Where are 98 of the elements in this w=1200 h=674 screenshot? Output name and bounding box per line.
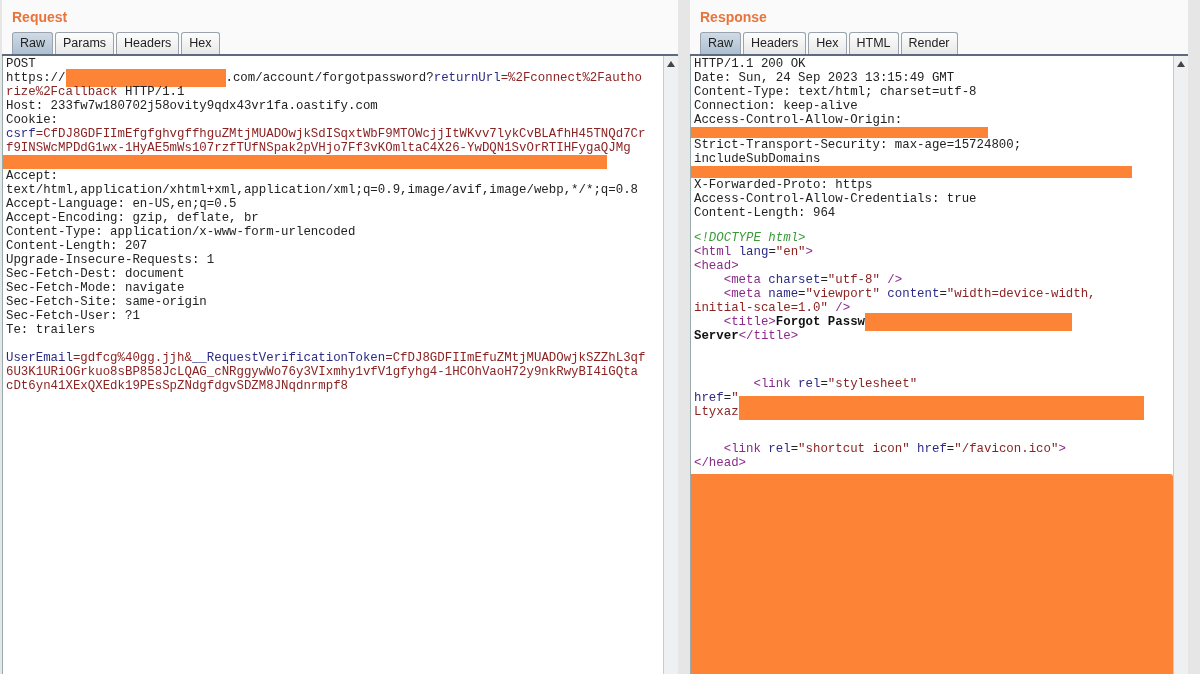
code-text: href [694, 391, 724, 406]
code-text: <html [694, 245, 733, 260]
tab[interactable]: Params [55, 32, 115, 54]
code-text: text/html,application/xhtml+xml,application/xml;q=0.9,image/avif,image/webp,*/*;q=0.8 [6, 183, 639, 197]
code-text: initial-scale=1.0" [694, 301, 828, 316]
code-text: "viewport" [805, 287, 881, 302]
code-text: = [820, 377, 828, 392]
tab[interactable]: Hex [181, 32, 220, 54]
code-text: = [820, 273, 828, 288]
code-text: Host: 233fw7w180702j58ovity9qdx43vr1fa.oastify.com [6, 99, 378, 113]
code-text: 6U3K1URiOGrkuo8sBP858JcLQAG_cNRggywWo76y3VIxmhy1vfV1gfyhg4-1HCOhVaoH72y9nkRwyBI4iGQta [6, 365, 639, 379]
tab[interactable]: Render [900, 32, 958, 54]
code-text: Access-Control-Allow-Origin: [694, 113, 903, 127]
code-text: Accept-Language: en-US,en;q=0.5 [6, 197, 237, 211]
code-text: rel [798, 377, 821, 392]
tab[interactable]: Headers [116, 32, 180, 54]
scrollbar[interactable] [1173, 56, 1188, 674]
code-text: = [768, 245, 776, 260]
code-text: Sec-Fetch-Mode: navigate [6, 281, 185, 295]
pane-title: Request [11, 8, 69, 27]
code-text: <link [722, 442, 762, 456]
code-text: "/favicon.ico" [954, 442, 1059, 456]
code-text: = [723, 391, 732, 406]
code-text: = [939, 287, 947, 302]
code-text: returnUrl [433, 71, 501, 85]
code-text: = [790, 442, 799, 456]
code-text: X-Forwarded-Proto: https [694, 177, 873, 192]
code-text: "shortcut icon" [798, 442, 911, 456]
code-text: includeSubDomains [694, 152, 821, 167]
code-text: POST [6, 57, 36, 71]
code-text: Content-Length: 964 [694, 205, 836, 220]
code-text: = [798, 287, 806, 302]
code-text: HTTP/1.1 200 OK [694, 57, 806, 71]
code-text: =gdfcg%40gg.jjh& [72, 351, 192, 365]
code-text: <link [752, 377, 792, 392]
code-text: Te: trailers [6, 323, 96, 337]
code-text: __RequestVerificationToken [191, 351, 386, 365]
code-text: > [1058, 442, 1066, 456]
tab[interactable]: HTML [848, 32, 899, 54]
code-text: "en" [775, 245, 806, 260]
code-text: lang [738, 245, 769, 260]
code-text: Sec-Fetch-Site: same-origin [6, 295, 207, 309]
code-text: HTTP/1.1 [123, 85, 185, 99]
code-text: .com/account/forgotpassword? [225, 71, 434, 85]
code-text: Accept: [6, 169, 59, 183]
scroll-up-icon[interactable] [666, 59, 676, 69]
scroll-up-icon[interactable] [1176, 59, 1186, 69]
code-text: "utf-8" [827, 273, 880, 288]
code-text: UserEmail [6, 351, 73, 365]
code-text: csrf [6, 127, 36, 141]
code-text: Strict-Transport-Security: max-age=15724800; [694, 138, 1022, 153]
code-text: https:// [6, 71, 66, 85]
code-text: =%2Fconnect%2Fautho [500, 71, 642, 85]
code-text: rize%2Fcallback [6, 85, 118, 99]
code-text: <meta [722, 287, 762, 302]
code-text: Date: Sun, 24 Sep 2023 13:15:49 GMT [694, 71, 955, 85]
pane-title: Response [699, 8, 768, 27]
code-text: Content-Length: 207 [6, 239, 148, 253]
code-text: Accept-Encoding: gzip, deflate, br [6, 211, 259, 225]
scrollbar[interactable] [663, 56, 678, 674]
code-text: cDt6yn41XExQXEdk19PEsSpZNdgfdgvSDZM8JNqdnrmpf8 [6, 379, 349, 393]
code-text: Upgrade-Insecure-Requests: 1 [6, 253, 215, 267]
code-text: = [946, 442, 955, 456]
code-text: </title> [738, 329, 799, 344]
code-text: /> [834, 301, 851, 316]
tab[interactable]: Headers [743, 32, 807, 54]
code-text: Ltyxaz [694, 405, 739, 420]
code-text: <meta [722, 273, 762, 288]
tab[interactable]: Raw [12, 32, 53, 54]
tab[interactable]: Raw [700, 32, 741, 54]
code-text: Sec-Fetch-Dest: document [6, 267, 185, 281]
code-text: "width=device-width, [946, 287, 1096, 302]
code-text: Connection: keep-alive [694, 99, 858, 113]
code-text: =CfDJ8GDFIImEfuZMtjMUADOwjkSZZhL3qf [385, 351, 646, 365]
code-text: Content-Type: text/html; charset=utf-8 [694, 85, 977, 99]
code-text: charset [768, 273, 821, 288]
code-text: Content-Type: application/x-www-form-urlencoded [6, 225, 356, 239]
code-text: href [917, 442, 947, 456]
code-text: content [887, 287, 940, 302]
code-text: f9INSWcMPDdG1wx-1HyAE5mWs107rzfTUfNSpak2pVHjo7Ff3vKOmltaC4X26-YwDQN1SvOrRTIHFygaQJMg [6, 141, 631, 155]
code-text: Access-Control-Allow-Credentials: true [694, 191, 977, 206]
code-text: "stylesheet" [827, 377, 918, 392]
code-text: Cookie: [6, 113, 59, 127]
code-text: <!DOCTYPE html> [694, 231, 806, 246]
code-text: rel [768, 442, 791, 456]
code-text: name [768, 287, 799, 302]
code-text: " [731, 391, 739, 406]
code-text: > [805, 245, 813, 260]
code-text: /> [886, 273, 903, 288]
code-text: <head> [694, 259, 739, 274]
tab[interactable]: Hex [808, 32, 847, 54]
code-editor[interactable] [691, 56, 1173, 674]
code-text: </head> [694, 456, 747, 470]
code-text: Server [694, 329, 739, 344]
code-text: Sec-Fetch-User: ?1 [6, 309, 140, 323]
code-text: =CfDJ8GDFIImEfgfghvgffhguZMtjMUADOwjkSdISqxtWbF9MTOWcjjItWKvv7lykCvBLAfhH45TNQd7Cr [35, 127, 646, 141]
code-text: Forgot Passw [775, 315, 866, 330]
code-text: <title> [722, 315, 776, 330]
